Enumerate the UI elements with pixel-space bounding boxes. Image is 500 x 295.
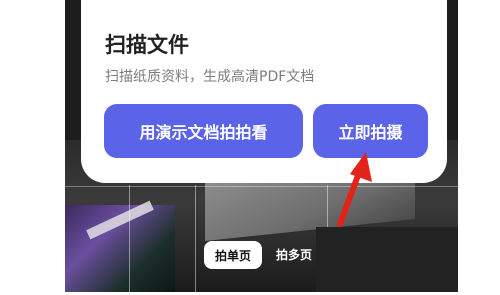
arrow-shaft <box>337 167 363 227</box>
arrow-head <box>350 152 372 182</box>
mode-multi-page[interactable]: 拍多页 <box>276 246 316 263</box>
dialog-subtitle: 扫描纸质资料，生成高清PDF文档 <box>105 69 315 85</box>
grid-line <box>129 185 130 292</box>
mode-single-page[interactable]: 拍单页 <box>204 241 262 269</box>
screen: 扫描文件 扫描纸质资料，生成高清PDF文档 用演示文档拍拍看 立即拍摄 拍单页 … <box>0 0 500 295</box>
dialog-title: 扫描文件 <box>105 33 189 57</box>
red-arrow-annotation <box>337 152 372 227</box>
grid-line <box>195 185 196 292</box>
viewfinder-dark-region <box>316 227 458 292</box>
grid-line <box>65 186 458 187</box>
scan-document-dialog: 扫描文件 扫描纸质资料，生成高清PDF文档 用演示文档拍拍看 立即拍摄 <box>81 0 447 183</box>
try-demo-document-button[interactable]: 用演示文档拍拍看 <box>104 104 303 158</box>
